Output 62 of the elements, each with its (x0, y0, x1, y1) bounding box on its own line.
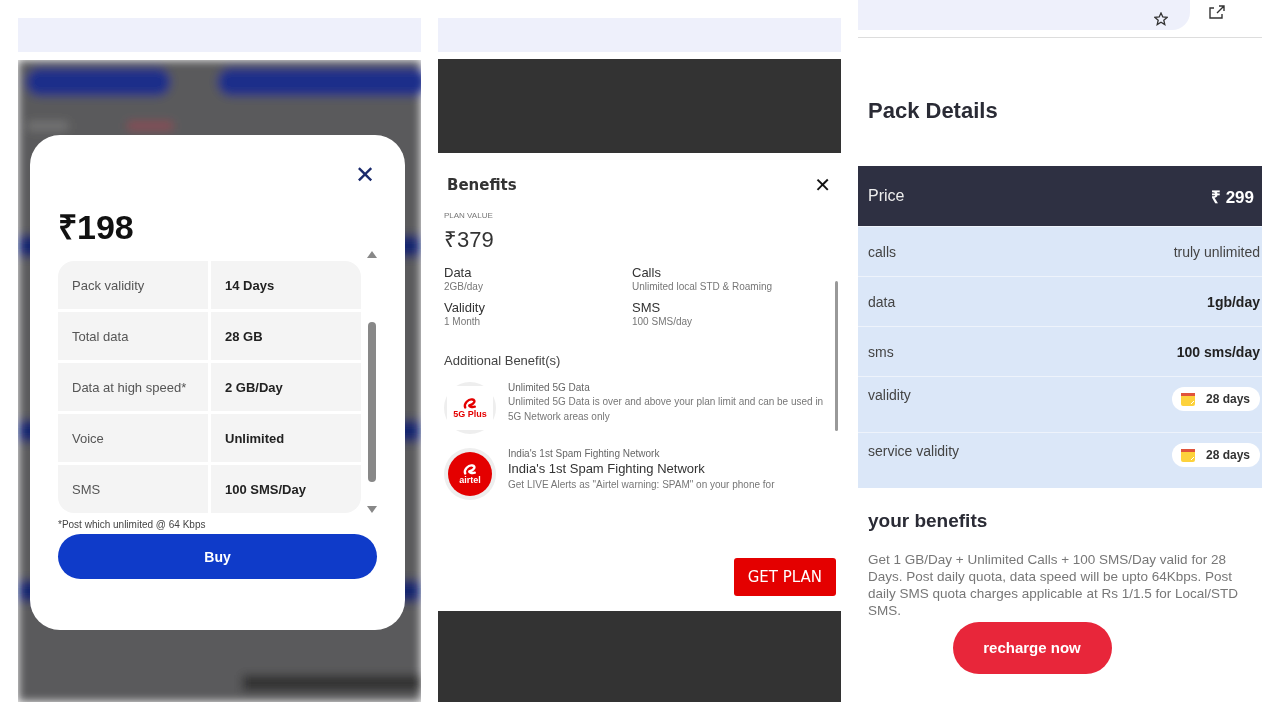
star-icon (1154, 11, 1168, 26)
swirl-icon (462, 463, 478, 476)
footnote: *Post which unlimited @ 64 Kbps (58, 519, 207, 530)
row-label: validity (868, 387, 911, 403)
logo-text: airtel (459, 476, 481, 485)
scroll-up-icon[interactable] (367, 251, 377, 258)
table-cell: Voice (58, 414, 208, 462)
scrollbar-thumb[interactable] (835, 281, 838, 431)
buy-button[interactable]: Buy (58, 534, 377, 579)
table-cell: 14 Days (211, 261, 361, 309)
benefit-name: Validity (444, 300, 486, 315)
benefit-value: Unlimited local STD & Roaming (632, 281, 774, 292)
plan-value-label: PLAN VALUE (444, 211, 494, 220)
recharge-button[interactable]: recharge now (952, 621, 1112, 674)
table-cell: Data at high speed* (58, 363, 208, 411)
section-heading: your benefits (868, 510, 989, 532)
benefit-name: Data (444, 265, 473, 280)
row-value: 100 sms/day (1176, 343, 1260, 360)
section-title: Additional Benefit(s) (444, 353, 562, 368)
close-button[interactable]: ✕ (354, 163, 375, 187)
benefit-caption: India's 1st Spam Fighting Network (508, 448, 661, 459)
benefit-value: 1 Month (444, 316, 482, 327)
benefit-value: 2GB/day (444, 281, 484, 292)
page-heading: Pack Details (868, 98, 999, 124)
price-value: ₹ 299 (1210, 186, 1254, 208)
row-label: data (868, 293, 896, 310)
benefit-value: 100 SMS/day (632, 316, 694, 327)
benefits-text: Get 1 GB/Day + Unlimited Calls + 100 SMS/Day valid for 28 Days. Post daily quota, data speed will be upto 64Kbps. Post daily SMS quota charges applicable at Rs 1/1.5 for Local/STD SMS. (868, 552, 1239, 620)
table-cell: Total data (58, 312, 208, 360)
benefit-name: Calls (632, 265, 662, 280)
benefit-description: Get LIVE Alerts as "Airtel warning: SPAM" on your phone for (508, 478, 776, 492)
table-cell: 2 GB/Day (211, 363, 361, 411)
row-label: sms (868, 343, 894, 360)
address-bar[interactable] (858, 0, 1190, 30)
share-icon (1208, 3, 1226, 20)
date-chip: 28 days (1171, 443, 1260, 467)
price-label: Price (868, 187, 905, 205)
swirl-icon (462, 397, 478, 410)
date-chip: 28 days (1171, 387, 1260, 411)
dialog-title: Benefits (447, 176, 517, 194)
plan-value: ₹379 (444, 226, 495, 253)
benefit-description: Unlimited 5G Data is over and above your plan limit and can be used in 5G Network areas only (508, 395, 825, 424)
calendar-icon (1179, 447, 1196, 463)
benefit-name: SMS (632, 300, 662, 315)
price-text: ₹198 (58, 207, 135, 248)
table-cell: 28 GB (211, 312, 361, 360)
benefit-title: India's 1st Spam Fighting Network (508, 461, 706, 476)
row-value: 1gb/day (1207, 293, 1260, 310)
benefit-caption: Unlimited 5G Data (508, 382, 591, 393)
row-label: service validity (868, 443, 960, 459)
row-label: calls (868, 243, 896, 260)
logo-text: 5G Plus (453, 410, 487, 419)
row-value: truly unlimited (1173, 243, 1260, 260)
table-cell: Pack validity (58, 261, 208, 309)
table-cell: SMS (58, 465, 208, 513)
scrollbar-thumb[interactable] (368, 322, 376, 482)
table-cell: Unlimited (211, 414, 361, 462)
close-button[interactable]: ✕ (814, 173, 831, 197)
scroll-down-icon[interactable] (367, 506, 377, 513)
table-cell: 100 SMS/Day (211, 465, 361, 513)
get-plan-button[interactable]: GET PLAN (733, 558, 836, 596)
calendar-icon (1179, 391, 1196, 407)
